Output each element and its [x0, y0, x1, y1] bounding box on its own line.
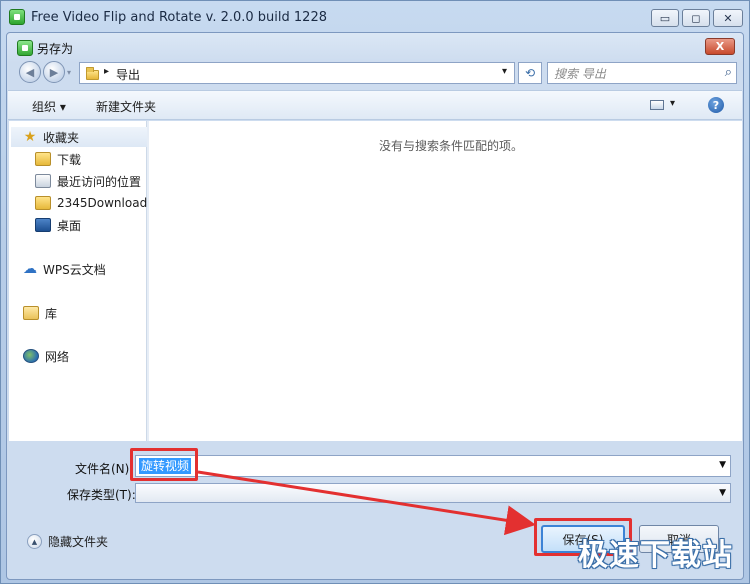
- watermark-logo: 极速下载站: [578, 538, 733, 573]
- annotation-arrow: [197, 470, 536, 536]
